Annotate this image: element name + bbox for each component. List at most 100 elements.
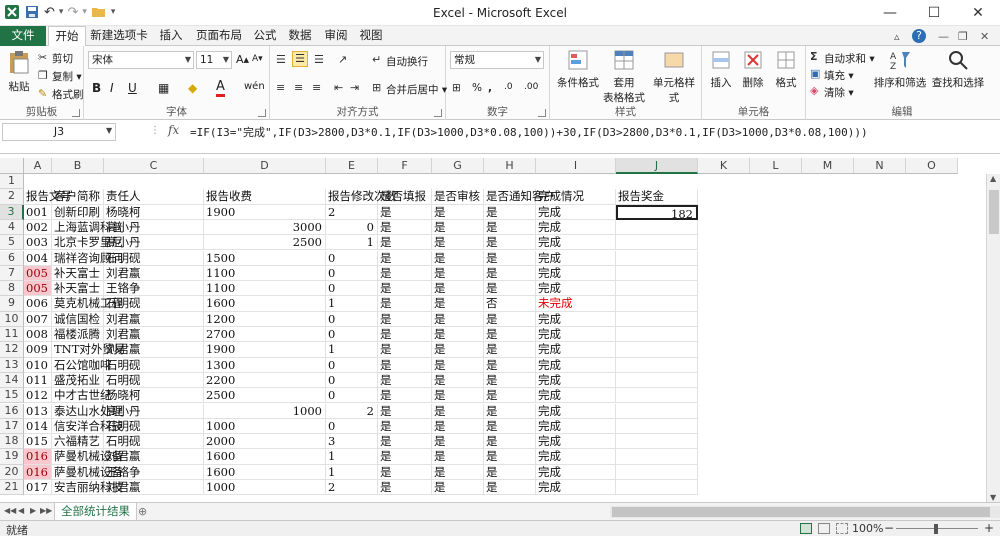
cell-h5[interactable]: 是 bbox=[484, 235, 536, 251]
cell-c10[interactable]: 刘君蠃 bbox=[104, 311, 204, 327]
cell-c19[interactable]: 刘君蠃 bbox=[104, 449, 204, 465]
maximize-button[interactable]: ☐ bbox=[912, 0, 956, 26]
cell-d11[interactable]: 2700 bbox=[204, 327, 326, 343]
cell-i3[interactable]: 完成 bbox=[536, 204, 616, 220]
delete-cells-button[interactable]: 删除 bbox=[738, 48, 768, 90]
row-header-18[interactable]: 18 bbox=[0, 434, 24, 450]
cell-f11[interactable]: 是 bbox=[378, 327, 432, 343]
cell-e5[interactable]: 1 bbox=[326, 235, 378, 251]
cell-h20[interactable]: 是 bbox=[484, 464, 536, 480]
cell-g21[interactable]: 是 bbox=[432, 480, 484, 496]
header-cell-b[interactable]: 客户简称 bbox=[52, 189, 104, 205]
cell-a3[interactable]: 001 bbox=[24, 204, 52, 220]
cell-e13[interactable]: 0 bbox=[326, 357, 378, 373]
cell-a8[interactable]: 005 bbox=[24, 281, 52, 297]
cell-f15[interactable]: 是 bbox=[378, 388, 432, 404]
phonetic-button[interactable]: wén bbox=[244, 81, 265, 92]
column-header-g[interactable]: G bbox=[432, 158, 484, 174]
cell-c6[interactable]: 石明砚 bbox=[104, 250, 204, 266]
merge-center-button[interactable]: 合并后居中 ▾ bbox=[386, 82, 447, 97]
header-cell-d[interactable]: 报告收费 bbox=[204, 189, 326, 205]
cut-button[interactable]: 剪切 bbox=[52, 51, 73, 66]
cell-f18[interactable]: 是 bbox=[378, 434, 432, 450]
cell-i14[interactable]: 完成 bbox=[536, 372, 616, 389]
cell-d18[interactable]: 2000 bbox=[204, 434, 326, 450]
row-header-14[interactable]: 14 bbox=[0, 372, 24, 389]
cell-g14[interactable]: 是 bbox=[432, 372, 484, 389]
cell-a20[interactable]: 016 bbox=[24, 464, 52, 480]
cell-b14[interactable]: 盛茂拓业 bbox=[52, 372, 104, 389]
cell-b4[interactable]: 上海蓝调科普 bbox=[52, 219, 123, 236]
cell-f19[interactable]: 是 bbox=[378, 449, 432, 465]
cell-b17[interactable]: 信安洋合科技 bbox=[52, 418, 123, 435]
cell-c13[interactable]: 石明砚 bbox=[104, 357, 204, 373]
cell-h8[interactable]: 是 bbox=[484, 281, 536, 297]
increase-decimal-button[interactable]: .0 bbox=[504, 82, 513, 92]
cell-i11[interactable]: 完成 bbox=[536, 327, 616, 343]
cell-a14[interactable]: 011 bbox=[24, 372, 52, 389]
cell-a13[interactable]: 010 bbox=[24, 357, 52, 373]
cell-d14[interactable]: 2200 bbox=[204, 372, 326, 389]
header-cell-a[interactable]: 报告文号 bbox=[24, 189, 72, 205]
cell-c8[interactable]: 王铬争 bbox=[104, 281, 204, 297]
column-header-f[interactable]: F bbox=[378, 158, 432, 174]
grow-font-button[interactable]: A▴ bbox=[236, 53, 249, 66]
cell-d7[interactable]: 1100 bbox=[204, 265, 326, 282]
tab-view[interactable]: 视图 bbox=[356, 26, 386, 46]
row-header-11[interactable]: 11 bbox=[0, 327, 24, 343]
cell-b13[interactable]: 石公馆咖啡 bbox=[52, 357, 112, 373]
cell-e10[interactable]: 0 bbox=[326, 311, 378, 327]
cell-f14[interactable]: 是 bbox=[378, 372, 432, 389]
help-icon[interactable]: ? bbox=[912, 29, 926, 43]
scroll-up-icon[interactable]: ▲ bbox=[990, 174, 996, 183]
close-button[interactable]: ✕ bbox=[956, 0, 1000, 26]
cell-h17[interactable]: 是 bbox=[484, 418, 536, 435]
header-cell-c[interactable]: 责任人 bbox=[104, 189, 204, 205]
cell-f6[interactable]: 是 bbox=[378, 250, 432, 266]
page-layout-view-icon[interactable] bbox=[818, 523, 830, 534]
cell-j20[interactable] bbox=[616, 464, 698, 480]
cell-g19[interactable]: 是 bbox=[432, 449, 484, 465]
column-header-m[interactable]: M bbox=[802, 158, 854, 174]
select-all-button[interactable] bbox=[0, 158, 24, 174]
cell-h7[interactable]: 是 bbox=[484, 265, 536, 282]
font-color-button[interactable]: A bbox=[216, 79, 225, 97]
cell-g9[interactable]: 是 bbox=[432, 296, 484, 312]
cell-g5[interactable]: 是 bbox=[432, 235, 484, 251]
cell-b10[interactable]: 诚信国检 bbox=[52, 311, 104, 327]
prev-sheet-icon[interactable]: ◀ bbox=[18, 506, 24, 515]
cell-c9[interactable]: 石明砚 bbox=[104, 296, 204, 312]
cell-f21[interactable]: 是 bbox=[378, 480, 432, 496]
cell-a11[interactable]: 008 bbox=[24, 327, 52, 343]
cell-a10[interactable]: 007 bbox=[24, 311, 52, 327]
tab-data[interactable]: 数据 bbox=[285, 26, 315, 46]
decrease-decimal-button[interactable]: .00 bbox=[524, 82, 538, 92]
cell-f20[interactable]: 是 bbox=[378, 464, 432, 480]
cell-g10[interactable]: 是 bbox=[432, 311, 484, 327]
page-break-view-icon[interactable] bbox=[836, 523, 848, 534]
format-painter-button[interactable]: 格式刷 bbox=[52, 87, 84, 102]
cell-g3[interactable]: 是 bbox=[432, 204, 484, 220]
cell-j12[interactable] bbox=[616, 342, 698, 358]
row-header-17[interactable]: 17 bbox=[0, 418, 24, 435]
cell-h18[interactable]: 是 bbox=[484, 434, 536, 450]
font-name-combo[interactable]: 宋体 ▼ bbox=[88, 51, 194, 69]
column-header-c[interactable]: C bbox=[104, 158, 204, 174]
cell-g17[interactable]: 是 bbox=[432, 418, 484, 435]
cell-a12[interactable]: 009 bbox=[24, 342, 52, 358]
paste-button[interactable]: 粘贴 bbox=[4, 50, 34, 94]
cell-a5[interactable]: 003 bbox=[24, 235, 52, 251]
tab-insert[interactable]: 插入 bbox=[154, 26, 188, 46]
cell-e18[interactable]: 3 bbox=[326, 434, 378, 450]
cell-e6[interactable]: 0 bbox=[326, 250, 378, 266]
zoom-level[interactable]: 100% bbox=[852, 522, 883, 535]
align-top-icon[interactable]: ☰ bbox=[276, 53, 286, 66]
cell-f5[interactable]: 是 bbox=[378, 235, 432, 251]
sheet-tab-all-stats[interactable]: 全部统计结果 bbox=[54, 503, 137, 521]
row-header-7[interactable]: 7 bbox=[0, 265, 24, 282]
cell-b16[interactable]: 泰达山水处理 bbox=[52, 403, 123, 419]
cell-i6[interactable]: 完成 bbox=[536, 250, 616, 266]
last-sheet-icon[interactable]: ▶▶ bbox=[40, 506, 52, 515]
cell-b21[interactable]: 安吉丽纳科技 bbox=[52, 480, 123, 496]
cell-b6[interactable]: 瑞祥咨询顾问 bbox=[52, 250, 123, 266]
